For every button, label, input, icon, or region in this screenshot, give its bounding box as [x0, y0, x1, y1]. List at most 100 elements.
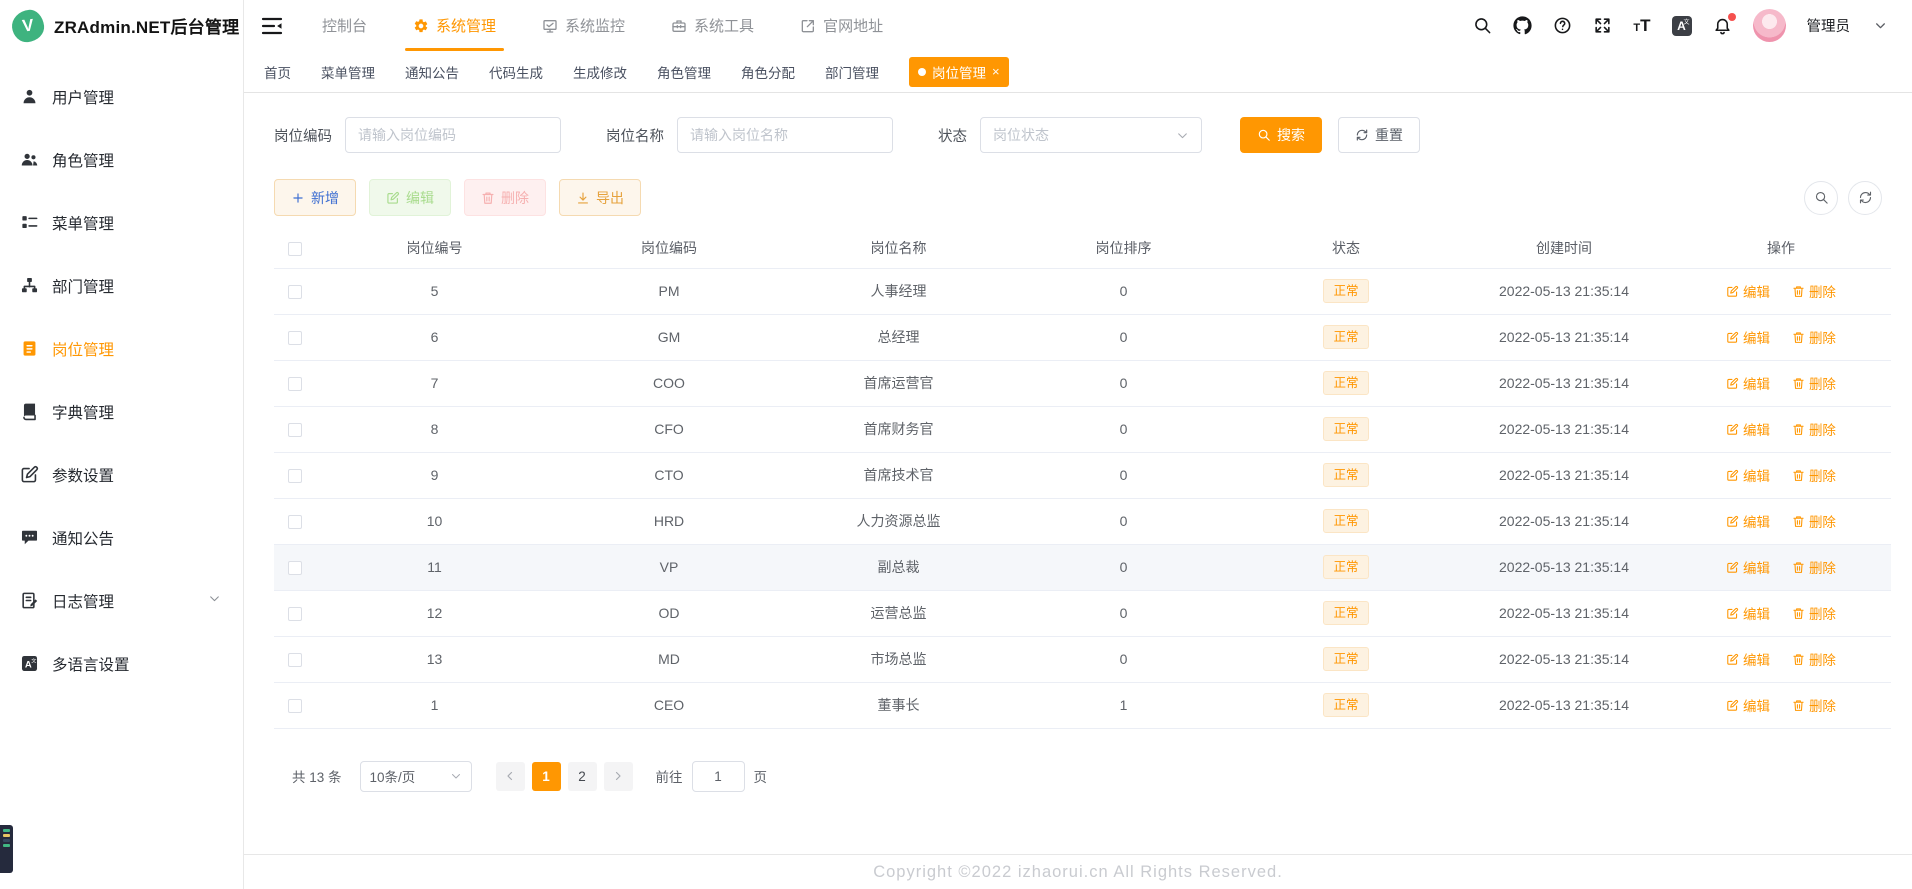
chevron-down-icon[interactable] — [1871, 16, 1890, 35]
sidebar-item-logs[interactable]: 日志管理 — [0, 569, 243, 632]
tab-role-management[interactable]: 角色管理 — [657, 62, 711, 82]
edit-link[interactable]: 编辑 — [1726, 557, 1770, 577]
row-checkbox[interactable] — [288, 515, 302, 530]
row-checkbox[interactable] — [288, 653, 302, 668]
delete-link[interactable]: 删除 — [1792, 603, 1836, 623]
logo-row[interactable]: V ZRAdmin.NET后台管理 — [0, 0, 243, 51]
sidebar-item-roles[interactable]: 角色管理 — [0, 128, 243, 191]
row-checkbox[interactable] — [288, 331, 302, 346]
edit-icon — [387, 191, 399, 204]
edit-link[interactable]: 编辑 — [1726, 511, 1770, 531]
search-button[interactable]: 搜索 — [1240, 117, 1322, 153]
edit-link[interactable]: 编辑 — [1726, 281, 1770, 301]
edit-button[interactable]: 编辑 — [369, 179, 451, 216]
delete-link[interactable]: 删除 — [1792, 465, 1836, 485]
translate-icon[interactable]: A文 — [1671, 15, 1692, 36]
export-button[interactable]: 导出 — [559, 179, 641, 216]
edit-link[interactable]: 编辑 — [1726, 603, 1770, 623]
table-row[interactable]: 7 COO 首席运营官 0 正常 2022-05-13 21:35:14 编辑 … — [274, 360, 1891, 407]
nav-item-system-monitor[interactable]: 系统监控 — [530, 0, 637, 51]
sidebar-item-posts[interactable]: 岗位管理 — [0, 317, 243, 380]
nav-item-system-tools[interactable]: 系统工具 — [659, 0, 766, 51]
delete-button[interactable]: 删除 — [464, 179, 546, 216]
tab-post-management-active[interactable]: 岗位管理 × — [909, 56, 1009, 87]
tab-generation-edit[interactable]: 生成修改 — [573, 62, 627, 82]
toggle-search-button[interactable] — [1804, 180, 1838, 215]
tab-department-management[interactable]: 部门管理 — [825, 62, 879, 82]
status-select[interactable]: 岗位状态 — [980, 117, 1202, 153]
edit-link[interactable]: 编辑 — [1726, 327, 1770, 347]
row-checkbox[interactable] — [288, 469, 302, 484]
help-icon[interactable] — [1553, 16, 1572, 35]
delete-link[interactable]: 删除 — [1792, 649, 1836, 669]
delete-link[interactable]: 删除 — [1792, 327, 1836, 347]
add-button[interactable]: 新增 — [274, 179, 356, 216]
font-size-icon[interactable]: TT — [1633, 17, 1650, 34]
sidebar-item-menus[interactable]: 菜单管理 — [0, 191, 243, 254]
add-button-label: 新增 — [311, 189, 339, 206]
row-checkbox[interactable] — [288, 561, 302, 576]
sidebar-item-dictionary[interactable]: 字典管理 — [0, 380, 243, 443]
table-row[interactable]: 5 PM 人事经理 0 正常 2022-05-13 21:35:14 编辑 删除 — [274, 268, 1891, 315]
user-name[interactable]: 管理员 — [1807, 15, 1851, 36]
row-checkbox[interactable] — [288, 377, 302, 392]
post-code-input[interactable] — [345, 117, 561, 153]
delete-link[interactable]: 删除 — [1792, 419, 1836, 439]
post-name-input[interactable] — [677, 117, 893, 153]
sidebar-item-departments[interactable]: 部门管理 — [0, 254, 243, 317]
row-checkbox[interactable] — [288, 699, 302, 714]
edit-link[interactable]: 编辑 — [1726, 465, 1770, 485]
refresh-table-button[interactable] — [1848, 180, 1882, 215]
row-checkbox[interactable] — [288, 285, 302, 300]
select-all-checkbox[interactable] — [288, 241, 302, 256]
delete-link-label: 删除 — [1808, 653, 1836, 668]
nav-item-system-management[interactable]: 系统管理 — [401, 0, 508, 51]
cell-post-sort: 0 — [1012, 636, 1235, 683]
prev-page-button[interactable] — [495, 761, 525, 791]
table-row[interactable]: 8 CFO 首席财务官 0 正常 2022-05-13 21:35:14 编辑 … — [274, 406, 1891, 453]
table-row[interactable]: 1 CEO 董事长 1 正常 2022-05-13 21:35:14 编辑 删除 — [274, 682, 1891, 729]
goto-page-input[interactable] — [691, 760, 745, 792]
next-page-button[interactable] — [603, 761, 633, 791]
row-checkbox[interactable] — [288, 423, 302, 438]
sidebar-item-parameters[interactable]: 参数设置 — [0, 443, 243, 506]
row-checkbox[interactable] — [288, 607, 302, 622]
sidebar-item-users[interactable]: 用户管理 — [0, 65, 243, 128]
delete-link[interactable]: 删除 — [1792, 695, 1836, 715]
delete-link[interactable]: 删除 — [1792, 511, 1836, 531]
edit-link[interactable]: 编辑 — [1726, 373, 1770, 393]
close-icon[interactable]: × — [992, 65, 1000, 78]
avatar[interactable] — [1752, 9, 1786, 42]
table-row[interactable]: 9 CTO 首席技术官 0 正常 2022-05-13 21:35:14 编辑 … — [274, 452, 1891, 499]
edit-link[interactable]: 编辑 — [1726, 649, 1770, 669]
tab-code-generation[interactable]: 代码生成 — [489, 62, 543, 82]
tab-notices[interactable]: 通知公告 — [405, 62, 459, 82]
sidebar-item-languages[interactable]: A文 多语言设置 — [0, 632, 243, 695]
table-row[interactable]: 10 HRD 人力资源总监 0 正常 2022-05-13 21:35:14 编… — [274, 498, 1891, 545]
page-button-2[interactable]: 2 — [567, 761, 597, 791]
tab-role-assignment[interactable]: 角色分配 — [741, 62, 795, 82]
page-button-1[interactable]: 1 — [531, 761, 561, 791]
tab-home[interactable]: 首页 — [264, 62, 291, 82]
sidebar-collapse-icon[interactable] — [260, 14, 284, 38]
nav-item-console[interactable]: 控制台 — [310, 0, 379, 51]
tab-menu-management[interactable]: 菜单管理 — [321, 62, 375, 82]
delete-link[interactable]: 删除 — [1792, 373, 1836, 393]
table-row[interactable]: 11 VP 副总裁 0 正常 2022-05-13 21:35:14 编辑 删除 — [274, 544, 1891, 591]
bell-icon[interactable] — [1713, 13, 1736, 35]
table-row[interactable]: 6 GM 总经理 0 正常 2022-05-13 21:35:14 编辑 删除 — [274, 314, 1891, 361]
table-row[interactable]: 12 OD 运营总监 0 正常 2022-05-13 21:35:14 编辑 删… — [274, 590, 1891, 637]
delete-link[interactable]: 删除 — [1792, 281, 1836, 301]
page-size-select[interactable]: 10条/页 — [359, 760, 472, 792]
fullscreen-icon[interactable] — [1593, 16, 1612, 35]
nav-item-official-site[interactable]: 官网地址 — [788, 0, 895, 51]
search-icon[interactable] — [1473, 16, 1492, 35]
devtools-badge[interactable] — [0, 825, 13, 873]
delete-link[interactable]: 删除 — [1792, 557, 1836, 577]
edit-link[interactable]: 编辑 — [1726, 419, 1770, 439]
table-row[interactable]: 13 MD 市场总监 0 正常 2022-05-13 21:35:14 编辑 删… — [274, 636, 1891, 683]
edit-link[interactable]: 编辑 — [1726, 695, 1770, 715]
reset-button[interactable]: 重置 — [1338, 117, 1420, 153]
sidebar-item-notices[interactable]: 通知公告 — [0, 506, 243, 569]
github-icon[interactable] — [1513, 16, 1532, 35]
